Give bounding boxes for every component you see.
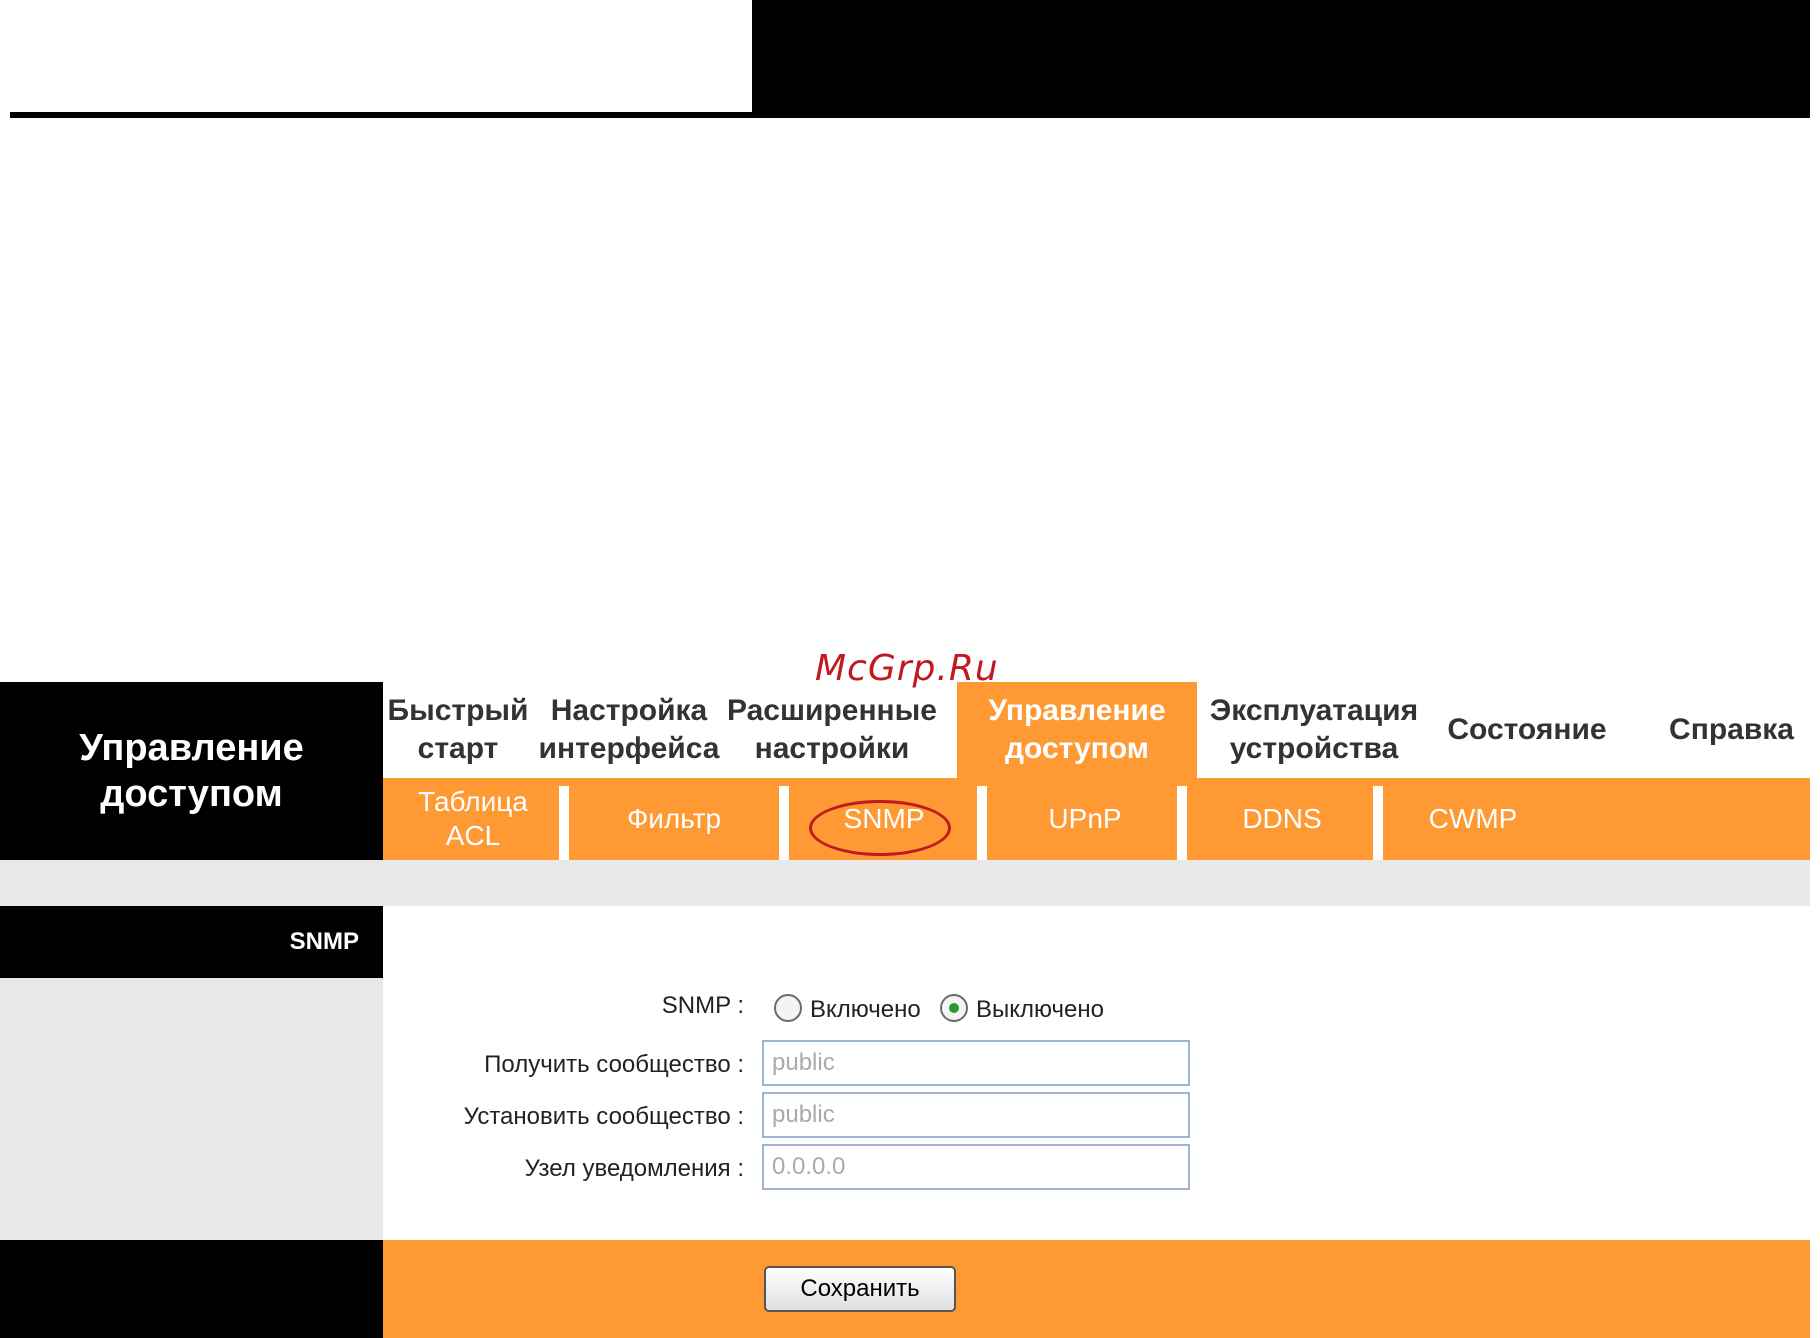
subnav-separator — [779, 786, 789, 860]
nav-interface-setup[interactable]: Настройка интерфейса — [533, 682, 725, 778]
subnav-separator — [1373, 786, 1383, 860]
subnav-cwmp[interactable]: CWMP — [1383, 778, 1563, 860]
section-title-block: Управление доступом — [0, 682, 383, 860]
snmp-enable-radio[interactable] — [774, 994, 802, 1022]
main-nav: Быстрый старт Настройка интерфейса Расши… — [383, 682, 1810, 778]
header-black-bar — [752, 0, 1810, 116]
set-community-label: Установить сообщество : — [463, 1103, 744, 1130]
subnav-upnp[interactable]: UPnP — [987, 778, 1183, 860]
set-community-input[interactable] — [762, 1092, 1190, 1138]
subnav-acl-table[interactable]: Таблица ACL — [383, 778, 563, 860]
snmp-disable-label: Выключено — [976, 996, 1104, 1023]
section-header: SNMP — [0, 906, 383, 978]
snmp-label: SNMP : — [661, 992, 744, 1019]
nav-access-management[interactable]: Управление доступом — [957, 682, 1197, 778]
subnav-separator — [559, 786, 569, 860]
footer-bar — [383, 1240, 1810, 1338]
nav-advanced-setup[interactable]: Расширенные настройки — [725, 682, 939, 778]
highlight-circle — [809, 800, 951, 856]
save-button[interactable]: Сохранить — [764, 1266, 956, 1312]
sub-nav: Таблица ACL Фильтр SNMP UPnP DDNS CWMP — [383, 778, 1810, 860]
nav-help[interactable]: Справка — [1653, 682, 1810, 778]
trap-host-label: Узел уведомления : — [524, 1155, 744, 1182]
subnav-ddns[interactable]: DDNS — [1187, 778, 1377, 860]
footer-left-block — [0, 1240, 383, 1338]
watermark: McGrp.Ru — [815, 648, 999, 689]
get-community-label: Получить сообщество : — [484, 1051, 744, 1078]
section-header-title: SNMP — [289, 928, 359, 955]
nav-quick-start[interactable]: Быстрый старт — [383, 682, 533, 778]
gray-strip — [0, 860, 1810, 906]
subnav-separator — [977, 786, 987, 860]
get-community-input[interactable] — [762, 1040, 1190, 1086]
nav-status[interactable]: Состояние — [1431, 682, 1623, 778]
nav-maintenance[interactable]: Эксплуатация устройства — [1197, 682, 1431, 778]
trap-host-input[interactable] — [762, 1144, 1190, 1190]
snmp-enable-label: Включено — [810, 996, 921, 1023]
subnav-filter[interactable]: Фильтр — [569, 778, 779, 860]
header-divider-line — [10, 112, 1810, 118]
snmp-disable-radio[interactable] — [940, 994, 968, 1022]
side-title-text: Управление доступом — [79, 727, 304, 815]
subnav-separator — [1177, 786, 1187, 860]
